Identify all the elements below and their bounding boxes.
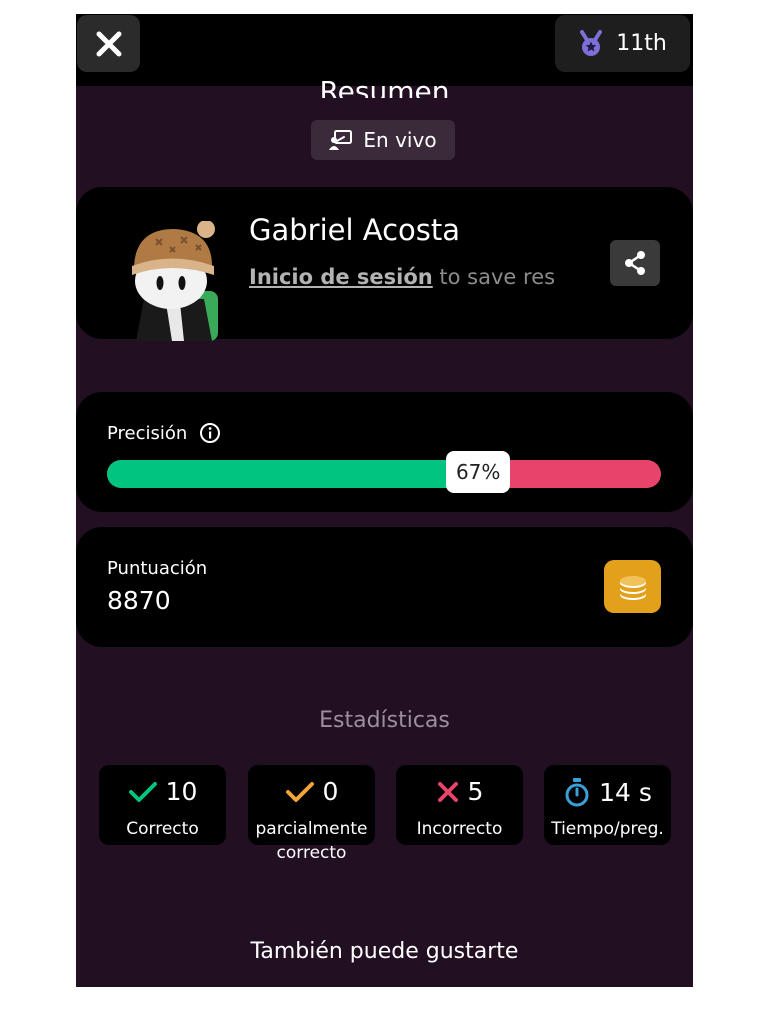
stopwatch-icon — [565, 778, 589, 807]
login-link[interactable]: Inicio de sesión — [249, 265, 433, 289]
score-value: 8870 — [107, 586, 171, 615]
accuracy-bar — [107, 460, 661, 488]
cross-icon — [437, 781, 458, 802]
check-icon — [128, 781, 157, 802]
recommendations-heading: También puede gustarte — [250, 939, 519, 964]
close-button[interactable] — [77, 15, 140, 72]
live-mode-label: En vivo — [363, 128, 437, 152]
medal-icon — [580, 29, 603, 56]
share-button[interactable] — [610, 240, 660, 286]
stat-value: 5 — [467, 777, 484, 806]
stat-value: 14 s — [599, 777, 652, 807]
rank-text: 11th — [616, 31, 667, 56]
accuracy-card: Precisión 67% — [76, 392, 693, 512]
share-icon — [625, 251, 645, 275]
stat-label: Tiempo/preg. — [551, 819, 664, 839]
stat-correct: 10 Correcto — [99, 765, 226, 845]
score-label: Puntuación — [107, 558, 208, 579]
accuracy-label: Precisión — [107, 422, 188, 444]
score-card: Puntuación 8870 — [76, 527, 693, 647]
stat-time-per-question: 14 s Tiempo/preg. — [544, 765, 671, 845]
accuracy-percent: 67% — [446, 451, 511, 493]
login-prompt-text: to save res — [432, 265, 556, 289]
accuracy-bar-correct-fill — [107, 460, 479, 488]
rank-badge[interactable]: 11th — [555, 15, 690, 72]
info-icon[interactable] — [199, 422, 221, 444]
live-mode-badge: En vivo — [311, 120, 455, 160]
profile-card: Gabriel Acosta Inicio de sesión to save … — [76, 187, 693, 341]
coins-icon — [604, 560, 661, 613]
player-name: Gabriel Acosta — [249, 213, 461, 247]
stat-partially-correct: 0 parcialmente correcto — [248, 765, 375, 863]
stat-label: Correcto — [126, 819, 199, 839]
page-title: Resumen — [319, 75, 450, 98]
login-prompt: Inicio de sesión to save res — [249, 265, 579, 289]
stat-label: parcialmente correcto — [255, 819, 368, 863]
stat-value: 10 — [165, 777, 198, 806]
quiz-summary-screen: 11th Resumen En vivo Gabriel Acosta Inic… — [76, 14, 693, 987]
close-icon — [96, 31, 121, 56]
avatar — [132, 221, 218, 341]
presentation-icon — [329, 130, 353, 150]
stat-value: 0 — [322, 777, 339, 806]
accuracy-label-row: Precisión — [107, 422, 221, 444]
check-icon — [285, 781, 314, 802]
stat-label: Incorrecto — [416, 819, 503, 839]
stats-title: Estadísticas — [319, 708, 450, 733]
stat-incorrect: 5 Incorrecto — [396, 765, 523, 845]
